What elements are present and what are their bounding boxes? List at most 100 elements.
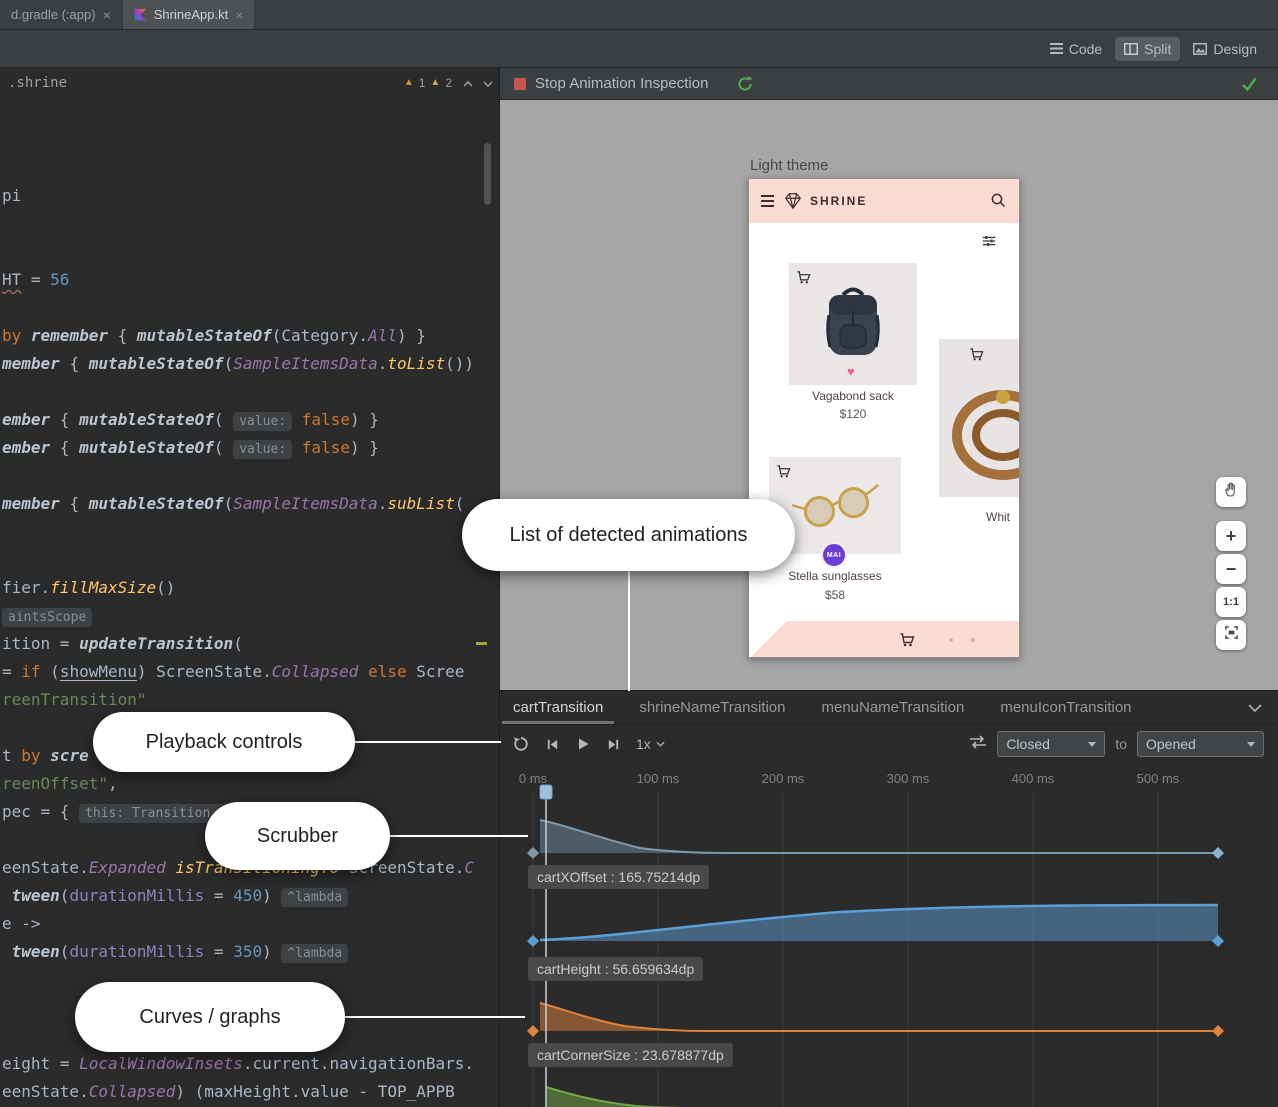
view-mode-code[interactable]: Code bbox=[1041, 37, 1111, 61]
tab-shrineapp-kt[interactable]: ShrineApp.kt × bbox=[123, 0, 256, 29]
playback-speed-select[interactable]: 1x bbox=[636, 736, 665, 752]
code-token: mutableStateOf bbox=[89, 494, 224, 513]
code-token: reenTransition" bbox=[2, 690, 147, 709]
code-token: pec = { bbox=[2, 802, 79, 821]
code-token: t bbox=[2, 746, 21, 765]
from-state-select[interactable]: Closed bbox=[997, 731, 1105, 757]
zoom-to-fit-button[interactable] bbox=[1216, 620, 1246, 650]
code-line bbox=[2, 98, 500, 126]
shrine-top-bar: SHRINE bbox=[749, 179, 1019, 223]
animation-tab-cartTransition[interactable]: cartTransition bbox=[502, 691, 614, 724]
code-line: = if (showMenu) ScreenState.Collapsed el… bbox=[2, 658, 500, 686]
view-mode-design[interactable]: Design bbox=[1184, 37, 1266, 61]
tab-build-gradle[interactable]: d.gradle (:app) × bbox=[0, 0, 123, 29]
animation-preview-panel: Stop Animation Inspection Light theme SH… bbox=[500, 68, 1278, 1107]
cart-icon[interactable] bbox=[899, 632, 915, 648]
skip-to-end-button[interactable] bbox=[606, 737, 621, 752]
code-line: reenTransition" bbox=[2, 686, 500, 714]
code-token: ) (maxHeight.value - TOP_APPB bbox=[175, 1082, 454, 1101]
stop-animation-inspection-button[interactable]: Stop Animation Inspection bbox=[535, 75, 708, 92]
code-line: member { mutableStateOf(SampleItemsData.… bbox=[2, 490, 500, 518]
add-to-cart-icon[interactable] bbox=[796, 270, 811, 285]
add-to-cart-icon[interactable] bbox=[776, 464, 791, 479]
code-token: ( bbox=[233, 634, 243, 653]
close-icon[interactable]: × bbox=[235, 8, 243, 22]
code-token: HT bbox=[2, 270, 21, 289]
next-warning-icon[interactable] bbox=[483, 68, 493, 98]
animation-timeline[interactable]: 0 ms 100 ms 200 ms 300 ms 400 ms 500 ms … bbox=[500, 763, 1278, 1107]
code-token: ^lambda bbox=[281, 888, 348, 907]
code-token: subList bbox=[387, 494, 454, 513]
code-token: Collapsed bbox=[89, 1082, 176, 1101]
inspections-widget[interactable]: ▲ 1 ▲ 2 bbox=[404, 68, 493, 98]
code-line bbox=[2, 154, 500, 182]
cart-bottom-bar[interactable] bbox=[749, 621, 1019, 658]
animation-tabs: cartTransition shrineNameTransition menu… bbox=[500, 691, 1278, 725]
pan-tool-button[interactable] bbox=[1216, 477, 1246, 507]
breadcrumb[interactable]: .shrine bbox=[8, 75, 67, 91]
code-token: mutableStateOf bbox=[137, 326, 272, 345]
code-token: toList bbox=[387, 354, 445, 373]
view-mode-label: Code bbox=[1069, 41, 1102, 57]
add-to-cart-icon[interactable] bbox=[969, 347, 984, 362]
code-editor[interactable]: .shrine ▲ 1 ▲ 2 piHT = 56by remember { m… bbox=[0, 68, 500, 1107]
play-button[interactable] bbox=[575, 736, 591, 752]
editor-scrollbar[interactable] bbox=[484, 143, 491, 205]
code-token: ( bbox=[214, 410, 233, 429]
animation-tab-menuIconTransition[interactable]: menuIconTransition bbox=[989, 691, 1142, 724]
view-mode-split[interactable]: Split bbox=[1115, 37, 1180, 61]
code-token: 56 bbox=[50, 270, 69, 289]
dropdown-arrow-icon bbox=[1088, 742, 1096, 747]
code-token: ) ScreenState. bbox=[137, 662, 272, 681]
chevron-down-icon[interactable] bbox=[1248, 704, 1262, 712]
dropdown-arrow-icon bbox=[1247, 742, 1255, 747]
view-mode-label: Split bbox=[1144, 41, 1171, 57]
code-token: { bbox=[69, 494, 88, 513]
checkmark-icon bbox=[1240, 76, 1258, 96]
animation-tab-menuNameTransition[interactable]: menuNameTransition bbox=[810, 691, 975, 724]
swap-states-icon[interactable] bbox=[969, 735, 987, 754]
theme-label: Light theme bbox=[750, 157, 828, 174]
code-token: ) bbox=[262, 886, 281, 905]
code-token: updateTransition bbox=[79, 634, 233, 653]
prev-warning-icon[interactable] bbox=[463, 68, 473, 98]
code-line: fier.fillMaxSize() bbox=[2, 574, 500, 602]
to-state-select[interactable]: Opened bbox=[1137, 731, 1264, 757]
warning-stripe-mark[interactable] bbox=[476, 642, 487, 645]
code-token: if bbox=[21, 662, 50, 681]
code-token: remember bbox=[31, 326, 118, 345]
search-icon[interactable] bbox=[990, 192, 1007, 209]
zoom-one-to-one-button[interactable]: 1:1 bbox=[1216, 587, 1246, 617]
code-line: ember { mutableStateOf( value: false) } bbox=[2, 434, 500, 462]
close-icon[interactable]: × bbox=[103, 8, 111, 22]
zoom-out-button[interactable]: − bbox=[1216, 554, 1246, 584]
code-token: ember bbox=[2, 410, 60, 429]
code-line bbox=[2, 210, 500, 238]
shrine-diamond-logo bbox=[782, 191, 804, 211]
callout-curves-graphs: Curves / graphs bbox=[75, 982, 345, 1052]
code-token: mutableStateOf bbox=[79, 410, 214, 429]
code-line: eight = LocalWindowInsets.current.naviga… bbox=[2, 1050, 500, 1078]
tab-label: menuNameTransition bbox=[821, 699, 964, 716]
menu-icon[interactable] bbox=[761, 195, 774, 207]
animation-tab-shrineNameTransition[interactable]: shrineNameTransition bbox=[628, 691, 796, 724]
loop-playback-button[interactable] bbox=[512, 735, 530, 753]
code-token: . bbox=[378, 494, 388, 513]
refresh-icon[interactable] bbox=[736, 75, 754, 93]
code-line: reenOffset", bbox=[2, 770, 500, 798]
weak-warning-count: 2 bbox=[445, 68, 452, 98]
code-token: eenState. bbox=[2, 858, 89, 877]
product-image-belt[interactable] bbox=[939, 339, 1020, 497]
animation-inspection-panel: cartTransition shrineNameTransition menu… bbox=[500, 690, 1278, 1107]
code-line bbox=[2, 518, 500, 546]
zoom-in-button[interactable]: + bbox=[1216, 521, 1246, 551]
code-token: tween bbox=[2, 886, 60, 905]
filter-tune-icon[interactable] bbox=[981, 233, 997, 249]
product-name: Whit bbox=[986, 510, 1020, 524]
skip-to-start-button[interactable] bbox=[545, 737, 560, 752]
code-lines[interactable]: piHT = 56by remember { mutableStateOf(Ca… bbox=[2, 98, 500, 1106]
callout-playback-controls: Playback controls bbox=[93, 712, 355, 772]
playback-controls-row: 1x Closed to Opened bbox=[500, 725, 1278, 763]
code-token: false bbox=[302, 410, 350, 429]
code-line: by remember { mutableStateOf(Category.Al… bbox=[2, 322, 500, 350]
